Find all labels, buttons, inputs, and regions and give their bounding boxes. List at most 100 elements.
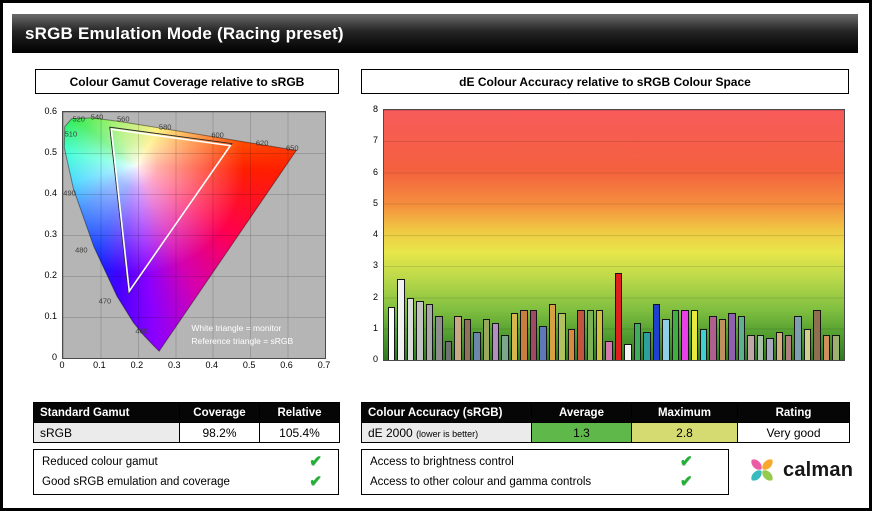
accuracy-table-col-average: Average — [531, 402, 632, 423]
calman-logo: calman — [747, 455, 853, 485]
check-icon: ✔ — [680, 473, 693, 490]
de-bar — [558, 313, 566, 360]
gamut-plot: 460 470 480 490 510 520 540 560 580 600 620 650 Whi… — [62, 111, 326, 359]
de-bar — [388, 306, 396, 360]
list-item: Good sRGB emulation and coverage ✔ — [34, 472, 338, 492]
report-title: sRGB Emulation Mode (Racing preset) — [12, 14, 858, 53]
accuracy-check-label-2: Access to other colour and gamma control… — [370, 476, 592, 488]
gamut-x-ticks: 0 0.1 0.2 0.3 0.4 0.5 0.6 0.7 — [59, 360, 330, 372]
monitor-triangle — [111, 129, 230, 291]
de-bar — [690, 310, 698, 360]
tick-label: 4 — [372, 229, 378, 239]
spectral-locus-outline — [64, 118, 296, 351]
de-bar — [652, 303, 661, 360]
tick-label: 0.3 — [168, 360, 181, 370]
de-bar — [416, 300, 424, 360]
de-bar — [662, 319, 670, 360]
accuracy-checklist: Access to brightness control ✔ Access to… — [361, 449, 729, 495]
accuracy-row-name: dE 2000 (lower is better) — [361, 422, 532, 443]
de-bar — [681, 310, 689, 360]
gamut-row-name: sRGB — [33, 422, 180, 443]
accuracy-table-col-maximum: Maximum — [631, 402, 738, 423]
de-bar — [454, 316, 462, 360]
de-chart: 0 1 2 3 4 5 6 7 8 — [361, 99, 849, 383]
de-bar — [586, 310, 594, 360]
de-bar — [539, 325, 547, 360]
gamut-panel-title: Colour Gamut Coverage relative to sRGB — [35, 69, 339, 94]
de-bars — [384, 110, 844, 360]
gamut-check-label-1: Reduced colour gamut — [42, 456, 158, 468]
de-bar — [832, 335, 840, 360]
gamut-table-col-relative: Relative — [259, 402, 340, 423]
de-bar — [482, 319, 490, 360]
maximum-value-cell: 2.8 — [631, 422, 738, 443]
gamut-table-title: Standard Gamut — [33, 402, 180, 423]
de-bar — [473, 331, 481, 360]
check-icon: ✔ — [680, 453, 693, 470]
de-bar — [577, 310, 585, 360]
de-bar — [491, 322, 500, 360]
de-bar — [775, 331, 784, 360]
tick-label: 0.5 — [242, 360, 256, 370]
tick-label: 0.2 — [44, 270, 57, 280]
de-bar — [567, 328, 576, 360]
tick-label: 0.5 — [44, 147, 57, 157]
gamut-check-label-2: Good sRGB emulation and coverage — [42, 476, 230, 488]
tick-label: 0.4 — [205, 360, 218, 370]
list-item: Access to brightness control ✔ — [362, 452, 728, 472]
de-bar — [803, 328, 812, 360]
de-bar — [595, 310, 604, 360]
de-bar — [510, 313, 519, 360]
tick-label: 3 — [372, 260, 378, 271]
de-bar — [425, 303, 434, 360]
tick-label: 0 — [51, 352, 57, 362]
gamut-relative-value: 105.4% — [259, 422, 340, 443]
tick-label: 0 — [372, 354, 378, 364]
legend-line-monitor: White triangle = monitor — [191, 323, 282, 334]
de-bar — [548, 303, 557, 360]
de-bar — [766, 338, 774, 360]
de-bar — [699, 328, 708, 360]
de-bar — [737, 316, 746, 360]
tick-label: 0.1 — [93, 360, 106, 370]
gamut-checklist: Reduced colour gamut ✔ Good sRGB emulati… — [33, 449, 339, 495]
gamut-overlay-svg — [63, 112, 325, 358]
gamut-table-col-coverage: Coverage — [179, 402, 260, 423]
de-bar — [444, 341, 453, 360]
rating-value-cell: Very good — [737, 422, 850, 443]
tick-label: 1 — [372, 322, 378, 333]
metric-note: (lower is better) — [416, 428, 479, 439]
tick-label: 2 — [372, 291, 378, 302]
de-bar — [643, 331, 651, 360]
de-bar — [756, 335, 765, 360]
check-icon: ✔ — [309, 473, 322, 490]
report-page: sRGB Emulation Mode (Racing preset) Colo… — [0, 0, 872, 511]
tick-label: 0.6 — [280, 360, 293, 370]
de-bar — [709, 316, 717, 360]
de-bar — [624, 344, 632, 360]
accuracy-table-title: Colour Accuracy (sRGB) — [361, 402, 532, 423]
tick-label: 0.6 — [44, 106, 57, 116]
de-bar — [822, 335, 831, 360]
de-plot — [383, 109, 845, 361]
table-row: sRGB 98.2% 105.4% — [33, 422, 340, 443]
accuracy-table: Colour Accuracy (sRGB) Average Maximum R… — [361, 402, 850, 443]
tick-label: 0.4 — [44, 188, 57, 198]
table-row: dE 2000 (lower is better) 1.3 2.8 Very g… — [361, 422, 850, 443]
reference-triangle — [110, 127, 232, 293]
de-bar — [718, 319, 727, 360]
de-bar — [529, 310, 538, 360]
tick-label: 0 — [59, 360, 65, 370]
metric-name: dE 2000 — [368, 425, 413, 440]
de-bar — [520, 310, 528, 360]
de-bar — [435, 316, 443, 360]
tick-label: 0.7 — [317, 360, 331, 370]
gamut-y-ticks: 0 0.1 0.2 0.3 0.4 0.5 0.6 — [37, 106, 59, 362]
de-panel-title: dE Colour Accuracy relative to sRGB Colo… — [361, 69, 849, 94]
gamut-legend: White triangle = monitor Reference trian… — [191, 322, 293, 347]
de-bar — [501, 335, 509, 360]
accuracy-table-col-rating: Rating — [737, 402, 850, 423]
de-bar — [463, 319, 472, 360]
de-bar — [728, 313, 736, 360]
list-item: Access to other colour and gamma control… — [362, 472, 728, 492]
